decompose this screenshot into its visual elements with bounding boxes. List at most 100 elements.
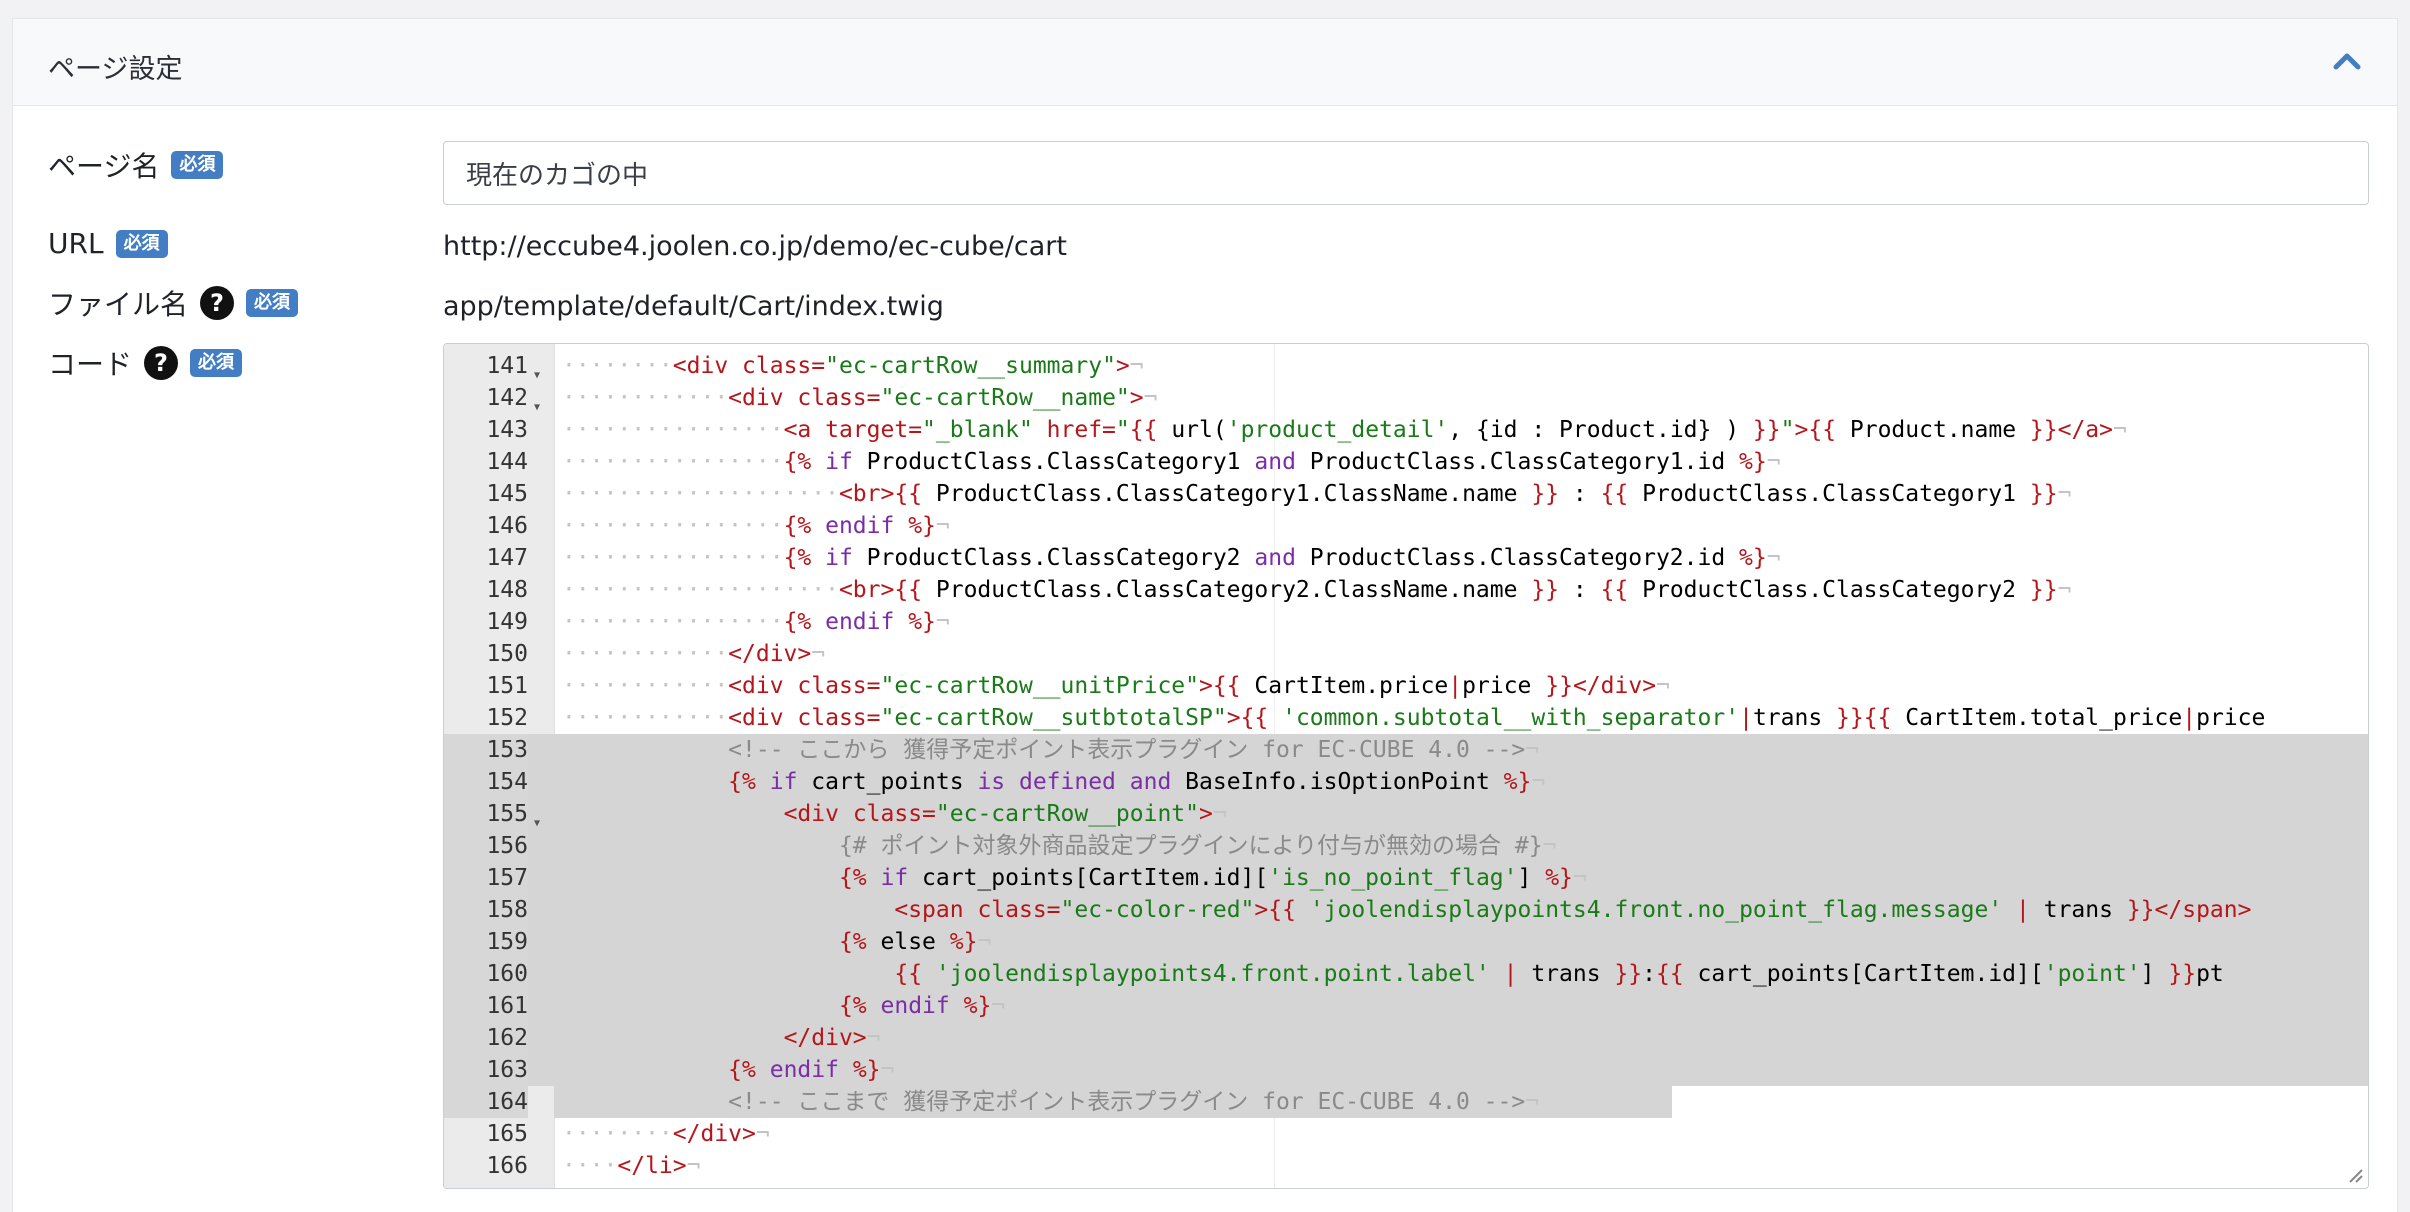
code-editor[interactable]: 141 ▼ ········<div class="ec-cartRow__summ… [443,343,2369,1189]
code-token: cart_points [811,769,978,795]
code-text: ················{% if ProductClass.Class… [562,542,1781,574]
code-token: | [1503,961,1532,987]
code-token: }} [2126,897,2155,923]
code-token: ¬ [1143,385,1158,411]
code-line[interactable]: 156 {# ポイント対象外商品設定プラグインにより付与が無効の場合 #}¬ [444,830,2368,862]
line-number: 161 [444,990,528,1022]
line-number: 144 [486,449,528,475]
code-line[interactable]: 155 ▼ <div class="ec-cartRow__point">¬ [444,798,2368,830]
code-text: ············<div class="ec-cartRow__unit… [562,670,1670,702]
code-token: </div> [672,1121,756,1147]
code-line[interactable]: 141 ▼ ········<div class="ec-cartRow__summ… [444,350,2368,382]
code-token: : [1559,577,1601,603]
code-line[interactable]: 162 </div>¬ [444,1022,2368,1054]
code-token: %} [1545,865,1573,891]
code-token: cart_points[CartItem.id][ [1697,961,2044,987]
code-token: <div [728,705,798,731]
code-line[interactable]: 151 ············<div class="ec-cartRow__u… [444,670,2368,702]
code-token: > [1129,385,1144,411]
code-token: "ec-color-red" [1060,897,1255,923]
code-token: {% [783,609,826,635]
code-line[interactable]: 143 ················<a target="_blank" hr… [444,414,2368,446]
code-line[interactable]: 145 ····················<br>{{ ProductCla… [444,478,2368,510]
help-icon[interactable]: ? [200,286,235,320]
help-icon[interactable]: ? [144,346,179,380]
code-token: price [1462,673,1546,699]
code-line[interactable]: 144 ················{% if ProductClass.Cl… [444,446,2368,478]
code-token: {% [783,513,826,539]
code-token: {% [728,769,770,795]
code-token: ¬ [811,641,826,667]
chevron-up-icon[interactable] [2333,49,2361,73]
code-token: class= [797,673,881,699]
code-line[interactable]: 159 {% else %}¬ [444,926,2368,958]
code-line[interactable]: 157 {% if cart_points[CartItem.id]['is_n… [444,862,2368,894]
code-line[interactable]: 153 <!-- ここから 獲得予定ポイント表示プラグイン for EC-CUB… [444,734,2368,766]
code-line[interactable]: 146 ················{% endif %}¬ [444,510,2368,542]
line-number: 157 [444,862,528,894]
code-line[interactable]: 158 <span class="ec-color-red">{{ 'joole… [444,894,2368,926]
code-token: "ec-cartRow__unitPrice" [880,673,1200,699]
url-label: URL 必須 [48,227,168,260]
code-line[interactable]: 148 ····················<br>{{ ProductCla… [444,574,2368,606]
card-title: ページ設定 [48,54,183,85]
code-token: {{ [1212,673,1255,699]
code-text: {% if cart_points[CartItem.id]['is_no_po… [562,862,1587,894]
code-line[interactable]: 150 ············</div>¬ [444,638,2368,670]
code-token: <!-- ここから 獲得予定ポイント表示プラグイン for EC-CUBE 4.… [728,737,1526,763]
line-number: 160 [444,958,528,990]
required-badge: 必須 [171,151,224,179]
code-token: </li> [617,1153,687,1179]
code-text: </div>¬ [562,1022,881,1054]
code-token: trans [1531,961,1615,987]
code-token: 'joolendisplaypoints4.front.no_point_fla… [1309,897,2017,923]
code-line[interactable]: 166 ····</li>¬ [444,1150,2368,1182]
code-text: ····</li>¬ [562,1150,701,1182]
code-token: <span [894,897,978,923]
code-token: </span> [2154,897,2252,923]
required-badge: 必須 [246,289,299,317]
code-line[interactable]: 163 {% endif %}¬ [444,1054,2368,1086]
code-line[interactable]: 160 {{ 'joolendisplaypoints4.front.point… [444,958,2368,990]
code-token: " [1780,417,1795,443]
code-token: ¬ [686,1153,701,1179]
code-line[interactable]: 149 ················{% endif %}¬ [444,606,2368,638]
code-token: ¬ [935,609,950,635]
code-text: {{ 'joolendisplaypoints4.front.point.lab… [562,958,2223,990]
code-token: > [1199,673,1213,699]
code-token: endif [769,1057,853,1083]
code-text: {% endif %}¬ [562,1054,894,1086]
resize-grip-icon[interactable] [2346,1166,2364,1184]
code-line[interactable]: 147 ················{% if ProductClass.Cl… [444,542,2368,574]
code-token: "ec-cartRow__point" [935,801,1200,827]
code-lines[interactable]: 141 ▼ ········<div class="ec-cartRow__summ… [444,350,2368,1182]
code-line[interactable]: 161 {% endif %}¬ [444,990,2368,1022]
code-token: price [2196,705,2266,731]
code-token: {{ [894,961,936,987]
code-token: href= [1046,417,1116,443]
code-token: {{ [1600,577,1643,603]
url-label-text: URL [48,227,104,260]
code-token: ¬ [1572,865,1587,891]
code-line[interactable]: 152 ············<div class="ec-cartRow__s… [444,702,2368,734]
code-token: }} [2029,417,2058,443]
code-line[interactable]: 165 ········</div>¬ [444,1118,2368,1150]
code-token: > [1199,801,1213,827]
code-line[interactable]: 164 <!-- ここまで 獲得予定ポイント表示プラグイン for EC-CUB… [444,1086,2368,1118]
code-token: {{ [1808,417,1850,443]
code-line[interactable]: 154 {% if cart_points is defined and Bas… [444,766,2368,798]
line-number: 145 [486,481,528,507]
code-token: {{ [894,481,936,507]
code-token: %} [1739,545,1767,571]
code-token: : [1559,481,1601,507]
code-token: Product.name [1849,417,2030,443]
code-token: {% [783,449,826,475]
card-header[interactable]: ページ設定 [13,19,2397,106]
page-name-input[interactable] [443,141,2369,205]
code-token: <div [783,801,853,827]
code-line[interactable]: 142 ▼ ············<div class="ec-cartRow__… [444,382,2368,414]
code-token: {{ [1600,481,1643,507]
